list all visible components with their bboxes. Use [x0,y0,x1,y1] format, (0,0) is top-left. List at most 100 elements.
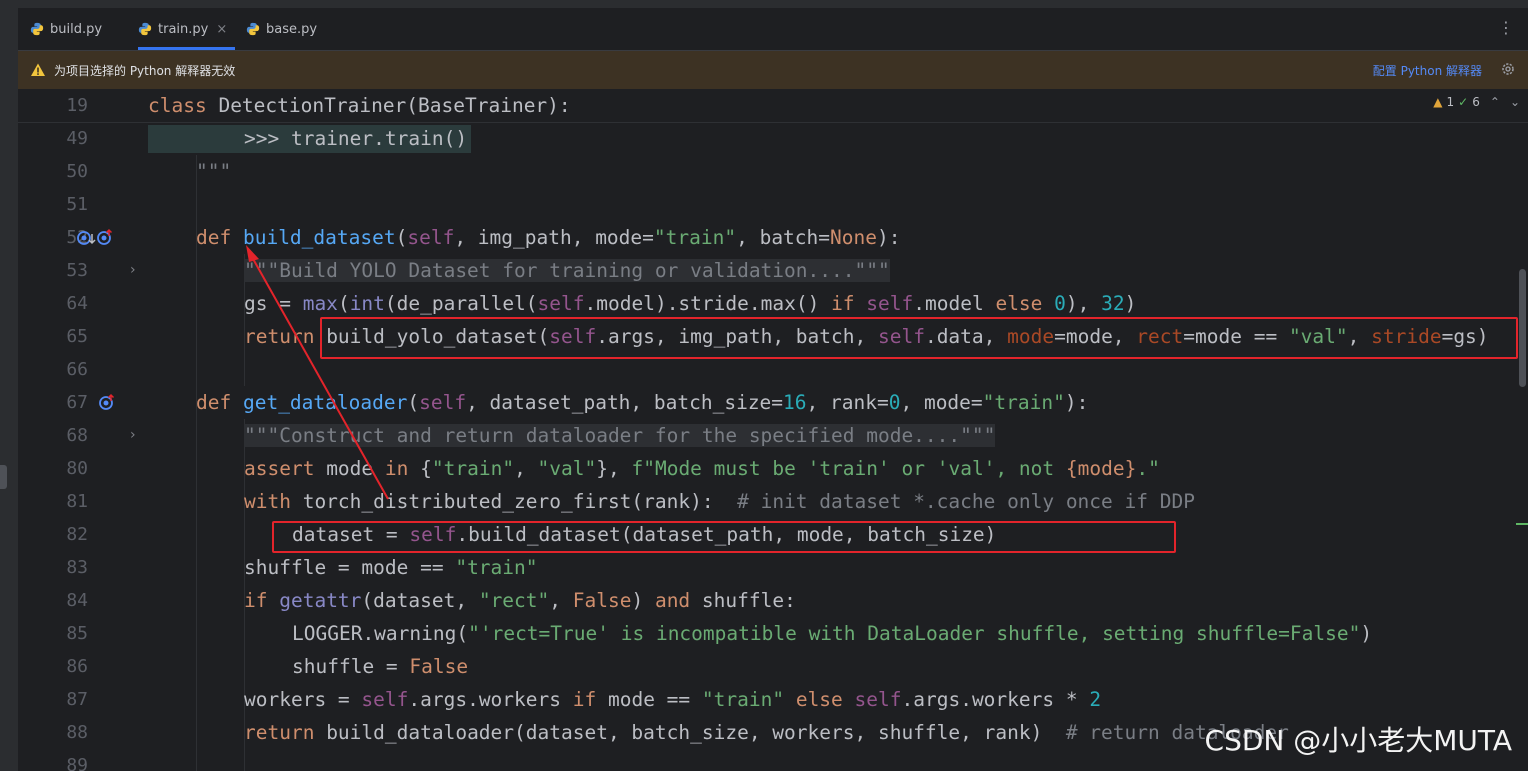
code-token: ( [407,391,420,414]
left-resize-handle[interactable] [0,465,7,489]
configure-interpreter-link[interactable]: 配置 Python 解释器 [1373,62,1482,79]
code-token: 2 [1089,688,1102,711]
code-token: get_dataloader [242,391,408,414]
code-line-67: def get_dataloader(self, dataset_path, b… [196,386,1088,419]
more-tabs-icon[interactable]: ⋮ [1498,20,1514,36]
code-line-81: with torch_distributed_zero_first(rank):… [244,485,1195,518]
code-token: None [830,226,877,249]
chevron-down-icon[interactable]: ⌄ [1510,95,1520,109]
code-editor[interactable]: 19 49 50 51 52 53 64 65 66 67 68 80 81 8… [18,89,1528,771]
line-number: 85 [66,623,88,644]
line-number: 88 [66,722,88,743]
code-token: ) [631,589,655,612]
tab-label: base.py [266,21,318,37]
code-comment: # init dataset *.cache only once if DDP [737,490,1195,513]
close-tab-icon[interactable]: × [216,22,227,37]
left-tool-strip [0,8,19,771]
code-token: in [384,457,421,480]
code-token: """ [196,160,232,183]
watermark: CSDN @小小老大MUTA [1204,724,1512,757]
code-token: ): [1064,391,1089,414]
code-token: class [148,94,219,117]
override-method-icon[interactable] [98,393,134,413]
line-number: 65 [66,326,88,347]
code-token: 0 [888,391,901,414]
ide-window: build.py train.py × base.py ⋮ 为项目选择的 Pyt… [0,0,1528,771]
code-token: else [995,292,1055,315]
line-number: 66 [66,359,88,380]
warning-count: 1 [1446,95,1455,109]
inspection-widget[interactable]: ▲ 1 ✓ 6 ⌃ ⌄ [1433,95,1520,109]
code-token: return [244,325,327,348]
code-line-52: def build_dataset(self, img_path, mode="… [196,221,900,254]
gear-icon[interactable] [1500,61,1516,77]
code-token: shuffle = [292,655,410,678]
code-token: shuffle = mode == [244,556,456,579]
code-token: "train" [701,688,796,711]
code-token: .model).stride.max() [584,292,832,315]
code-token: ( [337,292,350,315]
code-token: ) [1124,292,1137,315]
code-token: self [866,292,914,315]
title-strip [0,0,1528,8]
docstring-folded[interactable]: """Build YOLO Dataset for training or va… [244,259,890,282]
code-token: f"Mode must be 'train' or 'val', not [631,457,1066,480]
code-token: ( [395,226,408,249]
docstring-folded[interactable]: """Construct and return dataloader for t… [244,424,996,447]
tab-label: build.py [50,21,103,37]
code-token: 16 [783,391,807,414]
code-token: self [407,226,455,249]
change-marker [1516,523,1528,525]
code-token: self [537,292,585,315]
code-token: if [244,589,280,612]
code-token: "val" [537,457,597,480]
code-token: .args.workers [408,688,573,711]
line-number: 80 [66,458,88,479]
code-line-49: >>> trainer.train() [244,122,467,155]
line-number: 68 [66,425,88,446]
code-token: }, [596,457,632,480]
tab-base-py[interactable]: base.py [246,8,317,50]
warning-count-icon: ▲ [1433,95,1443,109]
python-file-icon [246,22,260,36]
line-number: 53 [66,260,88,281]
fold-expand-icon[interactable]: › [130,427,136,443]
code-token: else [795,688,855,711]
code-token: , dataset_path, batch_size= [466,391,784,414]
code-token: "rect" [478,589,550,612]
code-line-83: shuffle = mode == "train" [244,551,538,584]
line-number: 81 [66,491,88,512]
line-number: 49 [66,128,88,149]
tab-train-py[interactable]: train.py × [138,8,236,50]
code-line-53: """Build YOLO Dataset for training or va… [244,254,890,287]
code-token: , img_path, mode= [454,226,654,249]
chevron-up-icon[interactable]: ⌃ [1490,95,1500,109]
code-token: mode == [607,688,702,711]
code-line-86: shuffle = False [292,650,468,683]
line-number: 89 [66,755,88,771]
line-number: 82 [66,524,88,545]
tab-build-py[interactable]: build.py [30,8,102,50]
code-token: assert [244,457,327,480]
code-line-88: return build_dataloader(dataset, batch_s… [244,716,1289,749]
banner-message: 为项目选择的 Python 解释器无效 [54,63,236,78]
code-line-87: workers = self.args.workers if mode == "… [244,683,1101,716]
code-line-80: assert mode in {"train", "val"}, f"Mode … [244,452,1160,485]
interpreter-warning-banner: 为项目选择的 Python 解释器无效 配置 Python 解释器 [18,51,1528,89]
code-line-64: gs = max(int(de_parallel(self.model).str… [244,287,1136,320]
code-token: return [244,721,327,744]
vertical-scrollbar-thumb[interactable] [1519,269,1526,387]
code-token: LOGGER.warning( [292,622,469,645]
code-line-19: class DetectionTrainer(BaseTrainer): [148,89,571,122]
line-number: 86 [66,656,88,677]
line-number: 83 [66,557,88,578]
line-number: 50 [66,161,88,182]
implemented-method-icon[interactable] [76,228,112,248]
python-file-icon [138,22,152,36]
line-number: 87 [66,689,88,710]
fold-expand-icon[interactable]: › [130,262,136,278]
code-line-68: """Construct and return dataloader for t… [244,419,996,452]
code-token: build_dataset [242,226,396,249]
code-token: self [419,391,467,414]
code-token: { [420,457,432,480]
